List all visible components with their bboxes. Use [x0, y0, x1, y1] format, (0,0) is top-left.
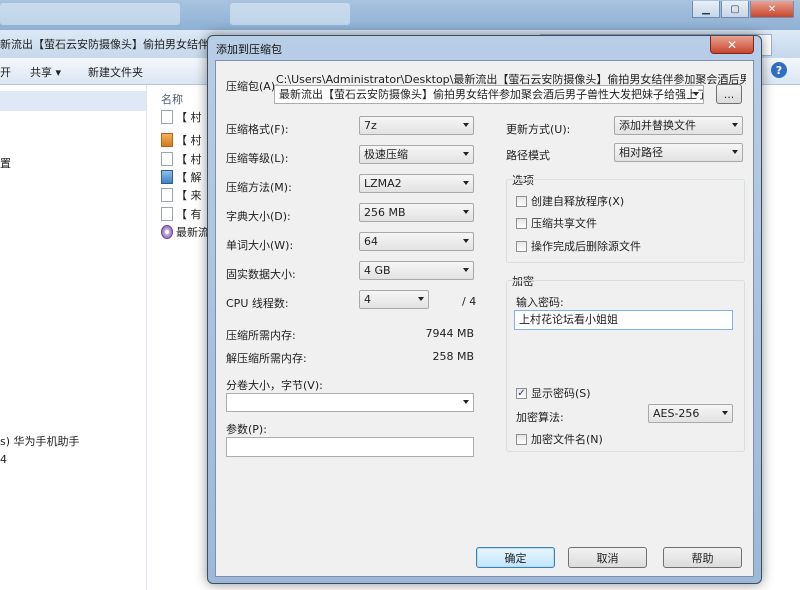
path-mode-label: 路径模式: [506, 149, 550, 162]
dialog-close-button[interactable]: ✕: [710, 36, 754, 54]
file-icon: [161, 188, 173, 202]
close-icon[interactable]: ✕: [750, 1, 794, 18]
maximize-icon[interactable]: ▢: [721, 1, 749, 18]
compress-memory-value: 7944 MB: [425, 327, 474, 340]
encrypt-filenames-checkbox[interactable]: 加密文件名(N): [516, 432, 603, 446]
ok-button[interactable]: 确定: [476, 547, 555, 568]
cpu-threads-select[interactable]: 4: [359, 290, 429, 309]
delete-source-checkbox[interactable]: 操作完成后删除源文件: [516, 239, 641, 253]
nav-item[interactable]: s) 华为手机助手: [0, 433, 80, 449]
archive-label: 压缩包(A):: [226, 80, 279, 93]
nav-selected-item[interactable]: [0, 91, 146, 111]
archive-name-combobox[interactable]: 最新流出【萤石云安防摄像头】偷拍男女结伴参加聚会酒后男子兽性大发把妹子给强上了: [274, 85, 704, 104]
close-icon: ✕: [726, 37, 738, 52]
chevron-down-icon: [463, 210, 469, 214]
decompress-memory-label: 解压缩所需内存:: [226, 352, 307, 365]
cancel-button[interactable]: 取消: [568, 547, 647, 568]
help-icon[interactable]: ?: [771, 62, 787, 78]
encryption-method-select[interactable]: AES-256: [648, 404, 733, 423]
column-header-name[interactable]: 名称: [161, 91, 183, 107]
solid-size-select[interactable]: 4 GB: [359, 261, 474, 280]
chevron-down-icon: [463, 152, 469, 156]
path-mode-select[interactable]: 相对路径: [614, 143, 743, 162]
address-text[interactable]: 新流出【萤石云安防摄像头】偷拍男女结伴: [0, 36, 209, 52]
archive-name-value: 最新流出【萤石云安防摄像头】偷拍男女结伴参加聚会酒后男子兽性大发把妹子给强上了: [279, 88, 704, 101]
share-button[interactable]: 共享 ▾: [30, 64, 61, 80]
method-label: 压缩方法(M):: [226, 181, 292, 194]
archive-icon: [161, 133, 173, 147]
nav-item[interactable]: 置: [0, 155, 11, 171]
method-select[interactable]: LZMA2: [359, 174, 474, 193]
file-icon: [161, 207, 173, 221]
add-to-archive-dialog: 添加到压缩包 ✕ 压缩包(A): C:\Users\Administrator\…: [207, 35, 762, 584]
chevron-down-icon: [463, 239, 469, 243]
dict-size-label: 字典大小(D):: [226, 210, 291, 223]
dialog-title: 添加到压缩包: [216, 43, 282, 56]
params-input[interactable]: [226, 437, 474, 457]
password-input[interactable]: 上村花论坛看小姐姐: [514, 310, 733, 330]
chevron-down-icon: [722, 411, 728, 415]
chevron-down-icon: [732, 150, 738, 154]
word-size-select[interactable]: 64: [359, 232, 474, 251]
new-folder-button[interactable]: 新建文件夹: [88, 64, 143, 80]
chevron-down-icon: [463, 400, 469, 404]
shared-files-checkbox[interactable]: 压缩共享文件: [516, 216, 597, 230]
checkbox-icon: [516, 240, 527, 252]
chevron-down-icon: [418, 297, 424, 301]
chevron-down-icon: [463, 268, 469, 272]
format-select[interactable]: 7z: [359, 116, 474, 135]
decompress-memory-value: 258 MB: [432, 350, 474, 363]
compress-memory-label: 压缩所需内存:: [226, 329, 296, 342]
word-size-label: 单词大小(W):: [226, 239, 294, 252]
nav-item[interactable]: 4: [0, 453, 7, 466]
cpu-threads-total: / 4: [462, 295, 477, 308]
dict-size-select[interactable]: 256 MB: [359, 203, 474, 222]
chevron-down-icon: [463, 123, 469, 127]
checkbox-icon: [516, 433, 527, 445]
split-size-combobox[interactable]: [226, 393, 474, 412]
checkbox-icon: [516, 195, 527, 207]
level-label: 压缩等级(L):: [226, 152, 289, 165]
solid-size-label: 固实数据大小:: [226, 268, 296, 281]
password-label: 输入密码:: [516, 296, 564, 309]
encryption-method-label: 加密算法:: [516, 411, 564, 424]
split-size-label: 分卷大小，字节(V):: [226, 379, 323, 392]
blurred-title-area: [0, 3, 180, 25]
file-icon: [161, 110, 173, 124]
navigation-pane: 置 s) 华为手机助手 4: [0, 85, 147, 590]
file-icon: [161, 152, 173, 166]
blurred-title-area: [230, 3, 350, 25]
update-mode-select[interactable]: 添加并替换文件: [614, 116, 743, 135]
chevron-down-icon: [693, 92, 699, 96]
chevron-down-icon: [732, 123, 738, 127]
params-label: 参数(P):: [226, 423, 267, 436]
checkbox-icon: [516, 217, 527, 229]
show-password-checkbox[interactable]: ✓ 显示密码(S): [516, 386, 591, 400]
browse-button[interactable]: ...: [716, 84, 742, 104]
cpu-threads-label: CPU 线程数:: [226, 297, 289, 310]
chevron-down-icon: [463, 181, 469, 185]
minimize-icon[interactable]: ▁: [692, 1, 720, 18]
explorer-titlebar: ▁ ▢ ✕: [0, 0, 800, 30]
update-mode-label: 更新方式(U):: [506, 123, 571, 136]
format-label: 压缩格式(F):: [226, 123, 289, 136]
checkmark-icon: ✓: [516, 387, 527, 399]
help-button[interactable]: 帮助: [663, 547, 742, 568]
image-icon: [161, 170, 173, 184]
video-disc-icon: [161, 225, 173, 239]
dialog-client-area: 压缩包(A): C:\Users\Administrator\Desktop\最…: [215, 60, 754, 577]
window-controls: ▁ ▢ ✕: [692, 1, 794, 18]
sfx-checkbox[interactable]: 创建自释放程序(X): [516, 194, 624, 208]
level-select[interactable]: 极速压缩: [359, 145, 474, 164]
organize-button[interactable]: 开: [0, 64, 11, 80]
